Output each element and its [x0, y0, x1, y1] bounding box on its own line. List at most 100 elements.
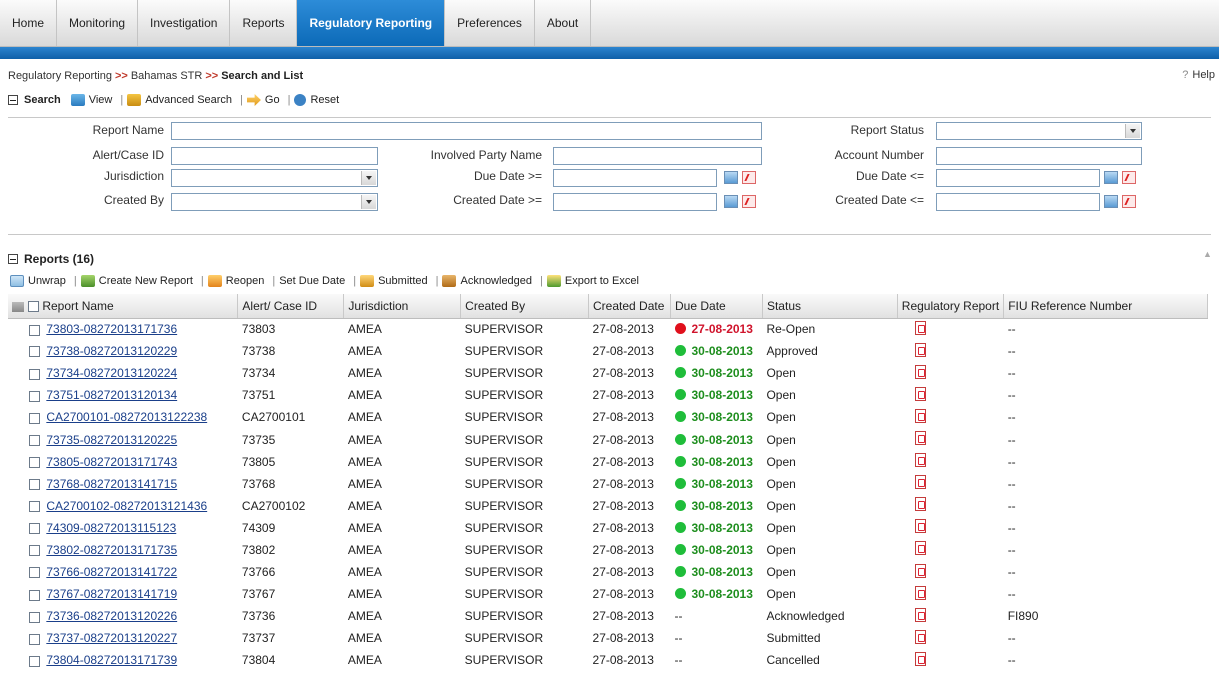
row-checkbox[interactable] [28, 633, 40, 645]
report-name-link[interactable]: 73766-08272013141722 [46, 565, 177, 579]
report-name-link[interactable]: 73805-08272013171743 [46, 455, 177, 469]
row-checkbox[interactable] [28, 523, 40, 535]
tab-about[interactable]: About [535, 0, 592, 46]
row-checkbox[interactable] [28, 434, 40, 446]
account-number-input[interactable] [936, 147, 1142, 165]
created-date-from-input[interactable] [553, 193, 717, 211]
calendar-icon[interactable] [724, 171, 738, 184]
due-date-to-input[interactable] [936, 169, 1100, 187]
table-row[interactable]: 73766-08272013141722 73766 AMEA SUPERVISOR 2… [8, 561, 1208, 583]
go-button[interactable]: Go [246, 94, 280, 106]
submitted-button[interactable]: Submitted [360, 275, 428, 287]
report-name-input[interactable] [171, 122, 762, 140]
row-checkbox[interactable] [28, 412, 40, 424]
table-row[interactable]: 73767-08272013141719 73767 AMEA SUPERVISOR 2… [8, 583, 1208, 605]
export-excel-button[interactable]: Export to Excel [546, 275, 639, 287]
report-name-link[interactable]: 73735-08272013120225 [46, 433, 177, 447]
report-name-link[interactable]: CA2700102-08272013121436 [46, 499, 207, 513]
table-row[interactable]: 73805-08272013171743 73805 AMEA SUPERVISOR 2… [8, 451, 1208, 473]
calendar-icon[interactable] [1104, 171, 1118, 184]
table-row[interactable]: CA2700102-08272013121436 CA2700102 AMEA SUP… [8, 495, 1208, 517]
acknowledged-button[interactable]: Acknowledged [442, 275, 532, 287]
report-name-link[interactable]: 73738-08272013120229 [46, 344, 177, 358]
pdf-icon[interactable] [915, 607, 927, 622]
column-header-created-by[interactable]: Created By [460, 294, 590, 319]
pdf-icon[interactable] [915, 453, 927, 468]
row-checkbox[interactable] [28, 545, 40, 557]
involved-party-input[interactable] [553, 147, 762, 165]
pdf-icon[interactable] [915, 475, 927, 490]
pdf-icon[interactable] [915, 497, 927, 512]
table-row[interactable]: CA2700101-08272013122238 CA2700101 AMEA SUP… [8, 406, 1208, 428]
pdf-icon[interactable] [915, 386, 927, 401]
column-chooser-icon[interactable] [12, 301, 24, 312]
collapse-reports-icon[interactable] [8, 254, 18, 264]
report-name-link[interactable]: 73737-08272013120227 [46, 631, 177, 645]
due-date-from-input[interactable] [553, 169, 717, 187]
breadcrumb-item[interactable]: Bahamas STR [131, 70, 203, 82]
unwrap-button[interactable]: Unwrap [10, 275, 66, 287]
table-row[interactable]: 73735-08272013120225 73735 AMEA SUPERVISOR 2… [8, 428, 1208, 450]
tab-home[interactable]: Home [0, 0, 58, 46]
select-all-checkbox[interactable] [28, 301, 39, 313]
tab-preferences[interactable]: Preferences [445, 0, 535, 46]
table-row[interactable]: 73738-08272013120229 73738 AMEA SUPERVISOR 2… [8, 340, 1208, 362]
row-checkbox[interactable] [28, 456, 40, 468]
report-name-link[interactable]: 73734-08272013120224 [46, 366, 177, 380]
table-row[interactable]: 73803-08272013171736 73803 AMEA SUPERVISOR 2… [8, 318, 1208, 340]
alert-case-id-input[interactable] [171, 147, 378, 165]
table-row[interactable]: 73804-08272013171739 73804 AMEA SUPERVISOR 2… [8, 649, 1208, 671]
row-checkbox[interactable] [28, 368, 40, 380]
clear-date-icon[interactable] [1122, 171, 1136, 184]
column-header-created-date[interactable]: Created Date [588, 294, 671, 319]
view-button[interactable]: View [70, 94, 112, 106]
report-name-link[interactable]: 73803-08272013171736 [46, 322, 177, 336]
set-due-date-button[interactable]: Set Due Date [279, 275, 345, 287]
pdf-icon[interactable] [915, 629, 927, 644]
pdf-icon[interactable] [915, 563, 927, 578]
pdf-icon[interactable] [915, 342, 927, 357]
column-header-regulatory-report[interactable]: Regulatory Report [897, 294, 1005, 319]
row-checkbox[interactable] [28, 655, 40, 667]
table-row[interactable]: 73736-08272013120226 73736 AMEA SUPERVISOR 2… [8, 605, 1208, 627]
report-name-link[interactable]: 73802-08272013171735 [46, 543, 177, 557]
report-name-link[interactable]: 74309-08272013115123 [46, 521, 176, 535]
scroll-up-icon[interactable]: ▲ [1203, 249, 1213, 259]
clear-date-icon[interactable] [742, 195, 756, 208]
report-name-link[interactable]: 73751-08272013120134 [46, 388, 177, 402]
row-checkbox[interactable] [28, 390, 40, 402]
row-checkbox[interactable] [28, 567, 40, 579]
pdf-icon[interactable] [915, 364, 927, 379]
create-report-button[interactable]: Create New Report [80, 275, 193, 287]
row-checkbox[interactable] [28, 501, 40, 513]
report-name-link[interactable]: 73736-08272013120226 [46, 609, 177, 623]
jurisdiction-select[interactable] [171, 169, 378, 187]
help-link[interactable]: ? Help [1182, 69, 1215, 81]
table-row[interactable]: 73751-08272013120134 73751 AMEA SUPERVISOR 2… [8, 384, 1208, 406]
tab-regulatory-reporting[interactable]: Regulatory Reporting [297, 0, 446, 46]
report-name-link[interactable]: CA2700101-08272013122238 [46, 410, 207, 424]
pdf-icon[interactable] [915, 431, 927, 446]
table-row[interactable]: 73737-08272013120227 73737 AMEA SUPERVISOR 2… [8, 627, 1208, 649]
breadcrumb-item[interactable]: Regulatory Reporting [8, 70, 112, 82]
table-row[interactable]: 73802-08272013171735 73802 AMEA SUPERVISOR 2… [8, 539, 1208, 561]
calendar-icon[interactable] [1104, 195, 1118, 208]
row-checkbox[interactable] [28, 324, 40, 336]
tab-monitoring[interactable]: Monitoring [57, 0, 139, 46]
table-row[interactable]: 73734-08272013120224 73734 AMEA SUPERVISOR 2… [8, 362, 1208, 384]
clear-date-icon[interactable] [742, 171, 756, 184]
tab-investigation[interactable]: Investigation [138, 0, 231, 46]
column-header-report-name[interactable]: Report Name [8, 294, 239, 319]
table-row[interactable]: 74309-08272013115123 74309 AMEA SUPERVISOR 2… [8, 517, 1208, 539]
column-header-jurisdiction[interactable]: Jurisdiction [343, 294, 462, 319]
reset-button[interactable]: Reset [294, 94, 339, 106]
calendar-icon[interactable] [724, 195, 738, 208]
reopen-button[interactable]: Reopen [207, 275, 264, 287]
clear-date-icon[interactable] [1122, 195, 1136, 208]
pdf-icon[interactable] [915, 651, 927, 666]
column-header-due-date[interactable]: Due Date [670, 294, 763, 319]
pdf-icon[interactable] [915, 519, 927, 534]
pdf-icon[interactable] [915, 320, 927, 335]
collapse-search-icon[interactable] [8, 95, 18, 105]
pdf-icon[interactable] [915, 408, 927, 423]
